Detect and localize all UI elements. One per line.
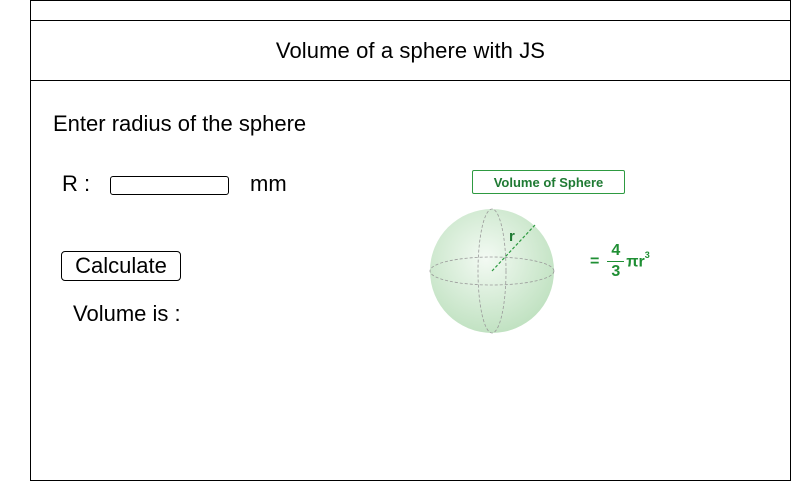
formula-pi-r: πr bbox=[626, 253, 645, 271]
unit-label: mm bbox=[250, 171, 287, 196]
calculate-button[interactable]: Calculate bbox=[61, 251, 181, 281]
formula-equals: = bbox=[590, 252, 600, 270]
sphere-diagram: r bbox=[429, 208, 555, 334]
radius-prompt: Enter radius of the sphere bbox=[53, 111, 307, 136]
illustration-title: Volume of Sphere bbox=[472, 170, 625, 194]
formula-tail: πr3 bbox=[626, 249, 650, 271]
volume-formula: = 4 3 πr3 bbox=[590, 243, 650, 280]
result-label: Volume is : bbox=[73, 301, 181, 326]
formula-denominator: 3 bbox=[611, 263, 621, 280]
formula-exponent: 3 bbox=[644, 249, 650, 260]
radius-label: R : bbox=[62, 171, 91, 196]
sphere-illustration: Volume of Sphere r = 4 3 πr3 bbox=[427, 167, 677, 337]
page-title: Volume of a sphere with JS bbox=[275, 37, 546, 63]
radius-input[interactable] bbox=[110, 176, 229, 195]
formula-fraction: 4 3 bbox=[607, 243, 625, 280]
top-strip bbox=[31, 1, 790, 21]
app-frame: Volume of a sphere with JS Enter radius … bbox=[30, 0, 791, 481]
formula-numerator: 4 bbox=[607, 243, 625, 262]
radius-symbol: r bbox=[509, 228, 515, 245]
result-line: Volume is : bbox=[73, 301, 187, 327]
header: Volume of a sphere with JS bbox=[31, 21, 790, 81]
